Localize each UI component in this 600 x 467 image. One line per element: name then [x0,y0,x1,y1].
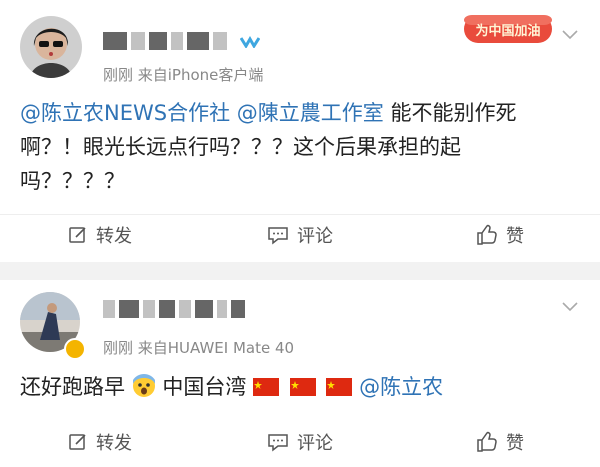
username-redacted[interactable] [103,32,227,50]
action-bar: 转发 评论 赞 [0,214,600,255]
repost-label: 转发 [96,226,132,247]
repost-button[interactable]: 转发 [0,215,200,255]
chevron-down-icon[interactable] [562,302,578,312]
edit-repost-icon [69,434,86,450]
verified-badge-icon [64,338,86,360]
post-meta: 刚刚 来自HUAWEI Mate 40 [103,339,295,357]
comment-icon [268,227,288,245]
username-redacted[interactable] [103,300,245,318]
repost-label: 转发 [96,433,132,454]
content-text: 能不能别作死 [390,101,517,125]
fearful-face-emoji [132,374,155,397]
edit-repost-icon [69,227,86,243]
comment-button[interactable]: 评论 [200,215,400,255]
weibo-post-1: 刚刚 来自iPhone客户端 为中国加油 @陈立农NEWS合作社 @陳立農工作室… [0,0,600,262]
chevron-down-icon[interactable] [562,30,578,40]
post-meta: 刚刚 来自iPhone客户端 [103,66,264,84]
like-button[interactable]: 赞 [400,215,600,255]
like-label: 赞 [506,433,524,454]
like-label: 赞 [506,226,524,247]
comment-icon [268,434,288,452]
thumbs-up-icon [477,224,497,245]
mention-link[interactable]: @陈立农 [359,375,443,399]
thumbs-up-icon [477,431,497,452]
mention-link[interactable]: @陳立農工作室 [237,101,384,125]
post-separator [0,262,600,280]
post-content: 还好跑路早 中国台湾 @陈立农 [20,370,580,404]
tag-text: 为中国加油 [475,23,540,39]
china-flag-emoji [289,378,316,396]
content-text: 啊？！眼光长远点行吗？？？这个后果承担的起 [20,135,461,159]
china-flag-emoji [326,378,353,396]
comment-button[interactable]: 评论 [200,422,400,462]
mention-link[interactable]: @陈立农NEWS合作社 [20,101,230,125]
china-flag-emoji [253,378,280,396]
vip-badge-icon [240,36,260,48]
content-text: 中国台湾 [162,375,247,399]
repost-button[interactable]: 转发 [0,422,200,462]
post-content: @陈立农NEWS合作社 @陳立農工作室 能不能别作死 啊？！眼光长远点行吗？？？… [20,96,580,198]
comment-label: 评论 [297,433,333,454]
comment-label: 评论 [297,226,333,247]
weibo-post-2: 刚刚 来自HUAWEI Mate 40 还好跑路早 中国台湾 @陈立农 转发 评… [0,280,600,467]
action-bar: 转发 评论 赞 [0,422,600,462]
user-avatar[interactable] [20,16,82,78]
like-button[interactable]: 赞 [400,422,600,462]
content-text: 吗？？？？ [20,169,125,193]
content-text: 还好跑路早 [20,375,125,399]
support-tag-badge: 为中国加油 [462,9,554,49]
